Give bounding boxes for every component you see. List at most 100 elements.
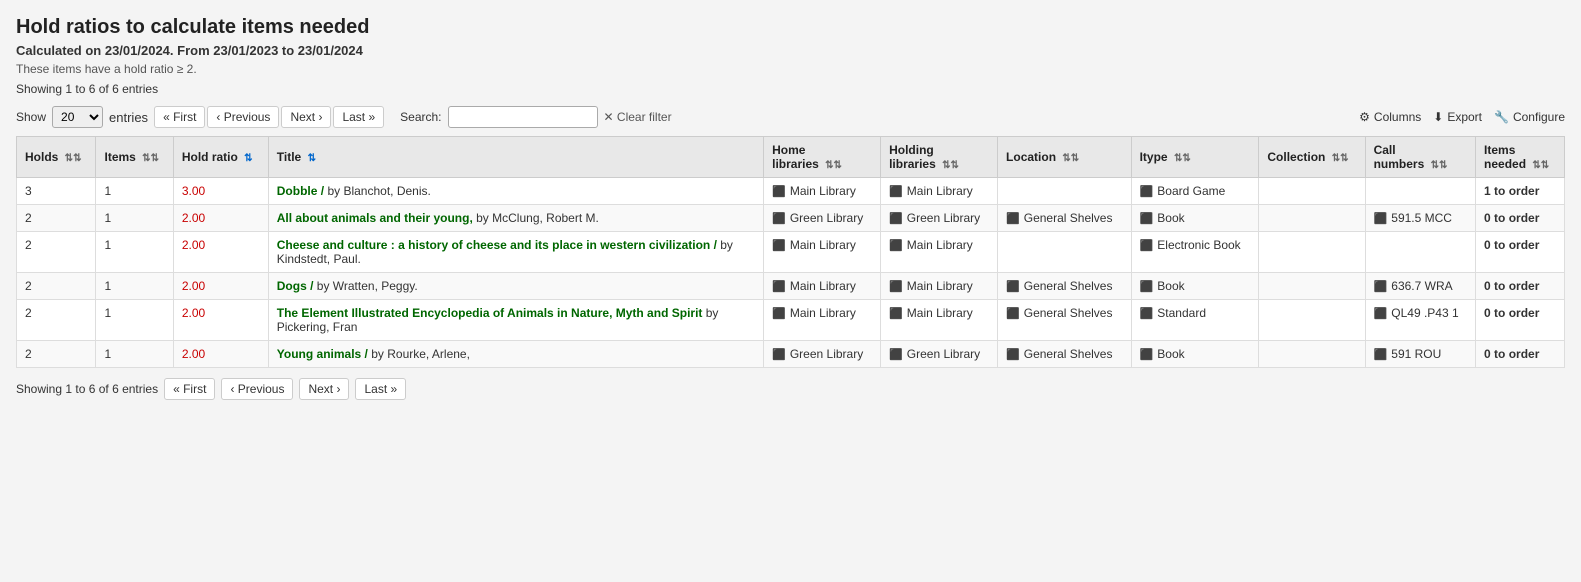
itype-name: Book xyxy=(1157,279,1184,293)
search-input[interactable] xyxy=(448,106,598,128)
call-num-value: QL49 .P43 1 xyxy=(1391,306,1458,320)
cell-itype: ⬛Book xyxy=(1131,273,1259,300)
first-button-top[interactable]: « First xyxy=(154,106,205,128)
call-num-icon: ⬛ xyxy=(1374,280,1388,293)
items-needed-value: 0 to order xyxy=(1484,347,1539,361)
home-lib-icon: ⬛ xyxy=(772,307,786,320)
cell-collection xyxy=(1259,273,1365,300)
title-link[interactable]: Dogs / xyxy=(277,279,314,293)
col-itype[interactable]: Itype ⇅ xyxy=(1131,137,1259,178)
cell-holds: 3 xyxy=(17,178,96,205)
next-button-top[interactable]: Next › xyxy=(281,106,331,128)
clear-filter-button[interactable]: ✕ Clear filter xyxy=(604,110,672,124)
cell-title: The Element Illustrated Encyclopedia of … xyxy=(268,300,763,341)
cell-holds: 2 xyxy=(17,232,96,273)
last-button-bottom[interactable]: Last » xyxy=(355,378,406,400)
cell-itype: ⬛Standard xyxy=(1131,300,1259,341)
location-icon: ⬛ xyxy=(1006,212,1020,225)
col-location[interactable]: Location ⇅ xyxy=(998,137,1132,178)
toolbar-right: ⚙ Columns ⬇ Export 🔧 Configure xyxy=(1359,110,1565,124)
col-items-needed[interactable]: Itemsneeded ⇅ xyxy=(1476,137,1565,178)
title-link[interactable]: Dobble / xyxy=(277,184,324,198)
previous-button-top[interactable]: ‹ Previous xyxy=(207,106,279,128)
cell-items: 1 xyxy=(96,232,173,273)
holding-lib-icon: ⬛ xyxy=(889,185,903,198)
table-row: 212.00Young animals / by Rourke, Arlene,… xyxy=(17,341,1565,368)
col-title[interactable]: Title xyxy=(268,137,763,178)
home-lib-icon: ⬛ xyxy=(772,280,786,293)
table-row: 212.00All about animals and their young,… xyxy=(17,205,1565,232)
cell-collection xyxy=(1259,178,1365,205)
holding-lib-name: Main Library xyxy=(907,238,973,252)
holding-lib-icon: ⬛ xyxy=(889,348,903,361)
home-lib-name: Green Library xyxy=(790,211,863,225)
gear-icon: ⚙ xyxy=(1359,110,1370,124)
export-button[interactable]: ⬇ Export xyxy=(1433,110,1482,124)
location-name: General Shelves xyxy=(1024,347,1113,361)
configure-button[interactable]: 🔧 Configure xyxy=(1494,110,1565,124)
cell-items-needed: 0 to order xyxy=(1476,300,1565,341)
cell-holding-library: ⬛Main Library xyxy=(881,273,998,300)
col-call-numbers[interactable]: Callnumbers ⇅ xyxy=(1365,137,1475,178)
home-lib-name: Main Library xyxy=(790,306,856,320)
holding-lib-name: Green Library xyxy=(907,211,980,225)
call-num-icon: ⬛ xyxy=(1374,307,1388,320)
cell-location xyxy=(998,178,1132,205)
col-holds[interactable]: Holds ⇅ xyxy=(17,137,96,178)
title-sort-icon xyxy=(308,153,316,164)
col-items[interactable]: Items ⇅ xyxy=(96,137,173,178)
col-holding-libraries[interactable]: Holdinglibraries ⇅ xyxy=(881,137,998,178)
cell-call-numbers xyxy=(1365,232,1475,273)
cell-location: ⬛General Shelves xyxy=(998,341,1132,368)
columns-label: Columns xyxy=(1374,110,1421,124)
cell-collection xyxy=(1259,341,1365,368)
call-num-value: 636.7 WRA xyxy=(1391,279,1452,293)
title-link[interactable]: Cheese and culture : a history of cheese… xyxy=(277,238,717,252)
call-num-sort-icon: ⇅ xyxy=(1431,160,1448,171)
home-lib-sort-icon: ⇅ xyxy=(825,160,842,171)
holding-lib-icon: ⬛ xyxy=(889,212,903,225)
next-button-bottom[interactable]: Next › xyxy=(299,378,349,400)
holding-lib-name: Main Library xyxy=(907,184,973,198)
home-lib-icon: ⬛ xyxy=(772,185,786,198)
toolbar: Show 10 20 50 100 entries « First ‹ Prev… xyxy=(16,106,1565,128)
title-link[interactable]: All about animals and their young, xyxy=(277,211,473,225)
itype-icon: ⬛ xyxy=(1140,212,1154,225)
home-lib-icon: ⬛ xyxy=(772,348,786,361)
items-needed-value: 0 to order xyxy=(1484,238,1539,252)
columns-button[interactable]: ⚙ Columns xyxy=(1359,110,1421,124)
show-select[interactable]: 10 20 50 100 xyxy=(52,106,103,128)
col-collection[interactable]: Collection ⇅ xyxy=(1259,137,1365,178)
description: These items have a hold ratio ≥ 2. xyxy=(16,62,1565,76)
cell-title: Dogs / by Wratten, Peggy. xyxy=(268,273,763,300)
hold-ratio-sort-icon xyxy=(244,153,252,164)
home-lib-name: Main Library xyxy=(790,279,856,293)
entries-label: entries xyxy=(109,110,148,125)
first-button-bottom[interactable]: « First xyxy=(164,378,215,400)
col-hold-ratio[interactable]: Hold ratio xyxy=(173,137,268,178)
download-icon: ⬇ xyxy=(1433,110,1443,124)
cell-items: 1 xyxy=(96,300,173,341)
holding-lib-icon: ⬛ xyxy=(889,307,903,320)
last-button-top[interactable]: Last » xyxy=(333,106,384,128)
cell-items: 1 xyxy=(96,273,173,300)
title-link[interactable]: Young animals / xyxy=(277,347,368,361)
col-home-libraries[interactable]: Homelibraries ⇅ xyxy=(764,137,881,178)
cell-call-numbers: ⬛QL49 .P43 1 xyxy=(1365,300,1475,341)
cell-home-library: ⬛Main Library xyxy=(764,178,881,205)
title-author: by Rourke, Arlene, xyxy=(368,347,470,361)
wrench-icon: 🔧 xyxy=(1494,110,1509,124)
cell-holds: 2 xyxy=(17,300,96,341)
call-num-value: 591.5 MCC xyxy=(1391,211,1452,225)
previous-button-bottom[interactable]: ‹ Previous xyxy=(221,378,293,400)
configure-label: Configure xyxy=(1513,110,1565,124)
show-label: Show xyxy=(16,110,46,124)
cell-home-library: ⬛ Main Library xyxy=(764,273,881,300)
table-body: 313.00Dobble / by Blanchot, Denis.⬛Main … xyxy=(17,178,1565,368)
title-author: by Wratten, Peggy. xyxy=(313,279,417,293)
title-link[interactable]: The Element Illustrated Encyclopedia of … xyxy=(277,306,703,320)
showing-bottom: Showing 1 to 6 of 6 entries xyxy=(16,382,158,396)
cell-items: 1 xyxy=(96,178,173,205)
items-needed-value: 0 to order xyxy=(1484,279,1539,293)
collection-sort-icon: ⇅ xyxy=(1332,153,1349,164)
